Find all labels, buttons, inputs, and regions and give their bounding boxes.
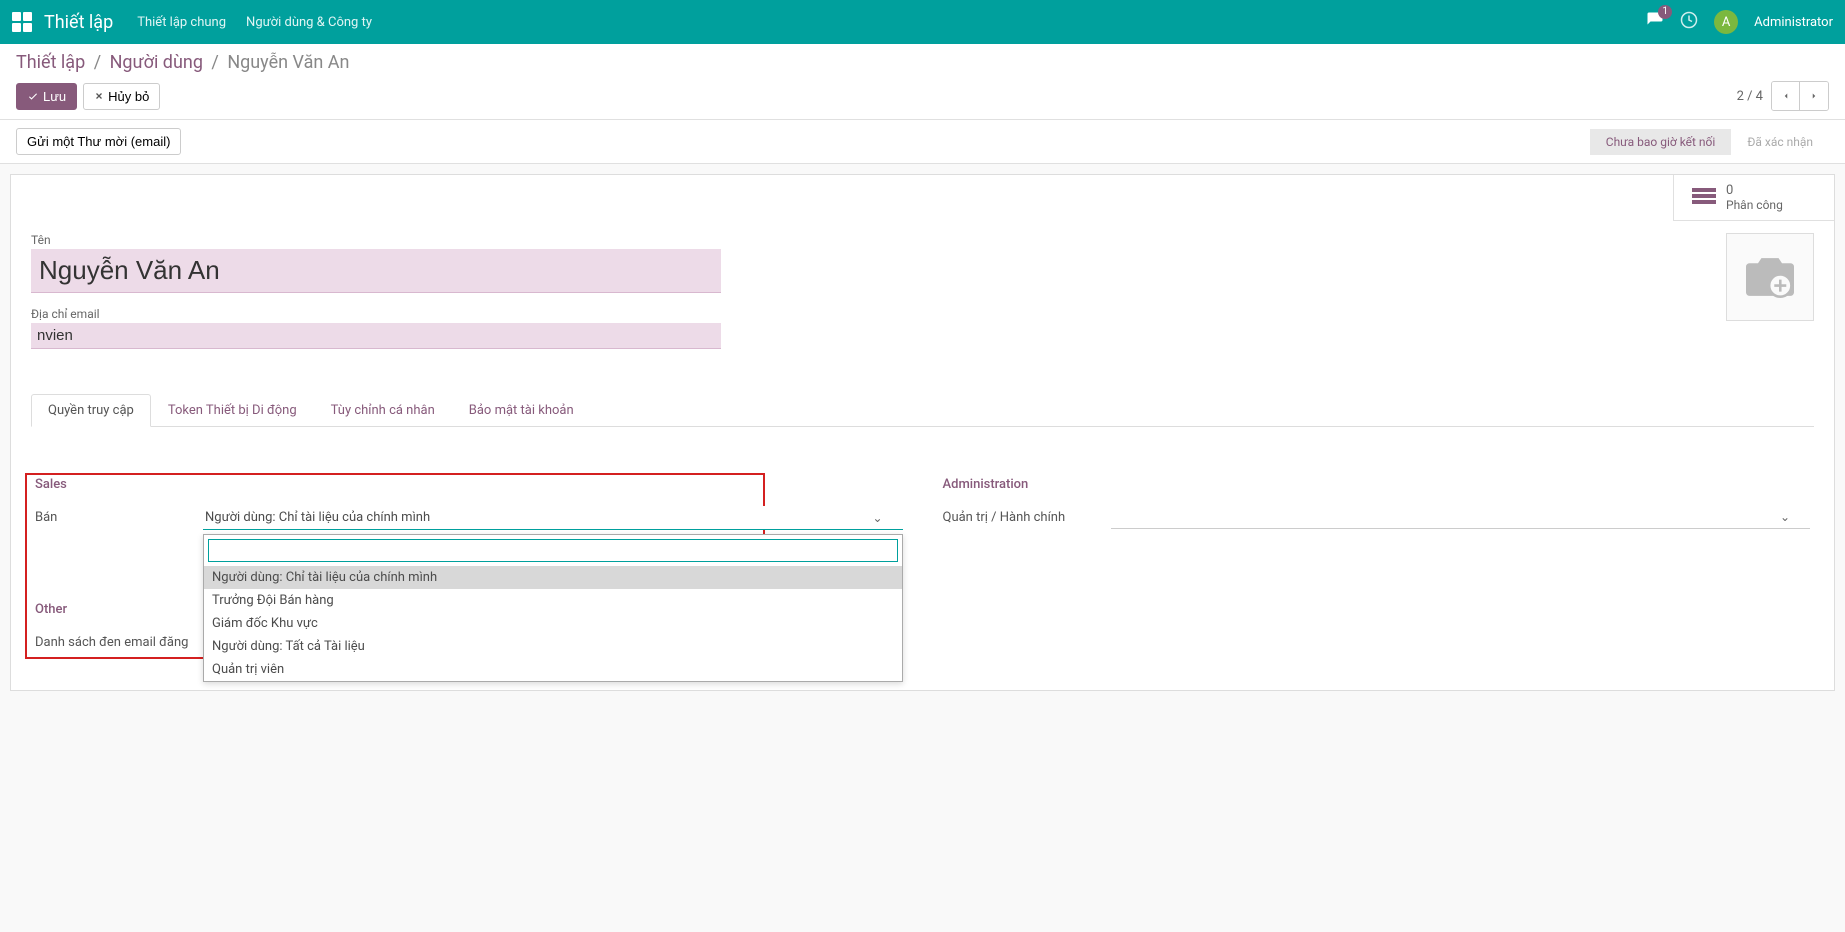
section-admin-title: Administration (943, 477, 1811, 492)
nav-general-settings[interactable]: Thiết lập chung (137, 15, 226, 30)
section-sales-title: Sales (35, 477, 903, 492)
stat-assignments-button[interactable]: 0 Phân công (1674, 175, 1834, 220)
status-bar: Gửi một Thư mời (email) Chưa bao giờ kết… (0, 120, 1845, 164)
status-steps: Chưa bao giờ kết nối Đã xác nhận (1590, 129, 1829, 155)
discard-button[interactable]: Hủy bỏ (83, 83, 160, 110)
send-invite-button[interactable]: Gửi một Thư mời (email) (16, 128, 181, 155)
breadcrumb-current: Nguyễn Văn An (227, 52, 349, 73)
sales-select[interactable]: Người dùng: Chỉ tài liệu của chính mình … (203, 506, 903, 530)
tab-mobile-token[interactable]: Token Thiết bị Di động (151, 394, 314, 427)
status-never-connected[interactable]: Chưa bao giờ kết nối (1590, 129, 1732, 155)
email-input[interactable] (31, 323, 721, 349)
save-button[interactable]: Lưu (16, 83, 77, 110)
tab-access-rights[interactable]: Quyền truy cập (31, 394, 151, 427)
tab-preferences[interactable]: Tùy chỉnh cá nhân (314, 394, 452, 427)
status-confirmed[interactable]: Đã xác nhận (1731, 129, 1829, 155)
nav-users-companies[interactable]: Người dùng & Công ty (246, 15, 372, 30)
chevron-down-icon: ⌄ (872, 511, 882, 525)
stat-value: 0 (1726, 183, 1783, 198)
email-label: Địa chỉ email (31, 307, 1706, 321)
admin-select[interactable]: ⌄ (1111, 506, 1811, 529)
stat-label: Phân công (1726, 198, 1783, 212)
admin-field-label: Quản trị / Hành chính (943, 506, 1111, 525)
breadcrumb: Thiết lập / Người dùng / Nguyễn Văn An (16, 52, 1829, 73)
dropdown-search-input[interactable] (208, 539, 898, 562)
pager-next-button[interactable] (1800, 82, 1828, 110)
pager-text[interactable]: 2 / 4 (1737, 89, 1763, 104)
sales-dropdown: Người dùng: Chỉ tài liệu của chính mình … (203, 534, 903, 682)
breadcrumb-users[interactable]: Người dùng (110, 52, 203, 73)
image-upload[interactable] (1726, 233, 1814, 321)
top-navbar: Thiết lập Thiết lập chung Người dùng & C… (0, 0, 1845, 44)
name-input[interactable] (31, 249, 721, 293)
user-name[interactable]: Administrator (1754, 15, 1833, 30)
breadcrumb-root[interactable]: Thiết lập (16, 52, 85, 73)
apps-icon[interactable] (12, 12, 32, 32)
activities-icon[interactable] (1680, 11, 1698, 33)
tasks-icon (1692, 188, 1716, 208)
other-field-label: Danh sách đen email đăng (35, 631, 203, 650)
messages-badge: 1 (1658, 5, 1672, 19)
pager-prev-button[interactable] (1772, 82, 1800, 110)
dropdown-option[interactable]: Trưởng Đội Bán hàng (204, 589, 902, 612)
dropdown-option[interactable]: Giám đốc Khu vực (204, 612, 902, 635)
messages-icon[interactable]: 1 (1646, 11, 1664, 33)
avatar[interactable]: A (1714, 10, 1738, 34)
tabs: Quyền truy cập Token Thiết bị Di động Tù… (31, 393, 1814, 427)
tab-account-security[interactable]: Bảo mật tài khoản (452, 394, 591, 427)
camera-plus-icon (1742, 253, 1798, 301)
name-label: Tên (31, 233, 1706, 247)
dropdown-option[interactable]: Quản trị viên (204, 658, 902, 681)
chevron-down-icon: ⌄ (1780, 510, 1790, 524)
brand-title[interactable]: Thiết lập (44, 12, 113, 33)
dropdown-option[interactable]: Người dùng: Chỉ tài liệu của chính mình (204, 566, 902, 589)
dropdown-option[interactable]: Người dùng: Tất cả Tài liệu (204, 635, 902, 658)
form-sheet: 0 Phân công Tên Địa chỉ email (10, 174, 1835, 691)
control-panel: Thiết lập / Người dùng / Nguyễn Văn An L… (0, 44, 1845, 120)
tab-content: Sales Bán Người dùng: Chỉ tài liệu của c… (31, 427, 1814, 672)
sales-field-label: Bán (35, 506, 203, 525)
